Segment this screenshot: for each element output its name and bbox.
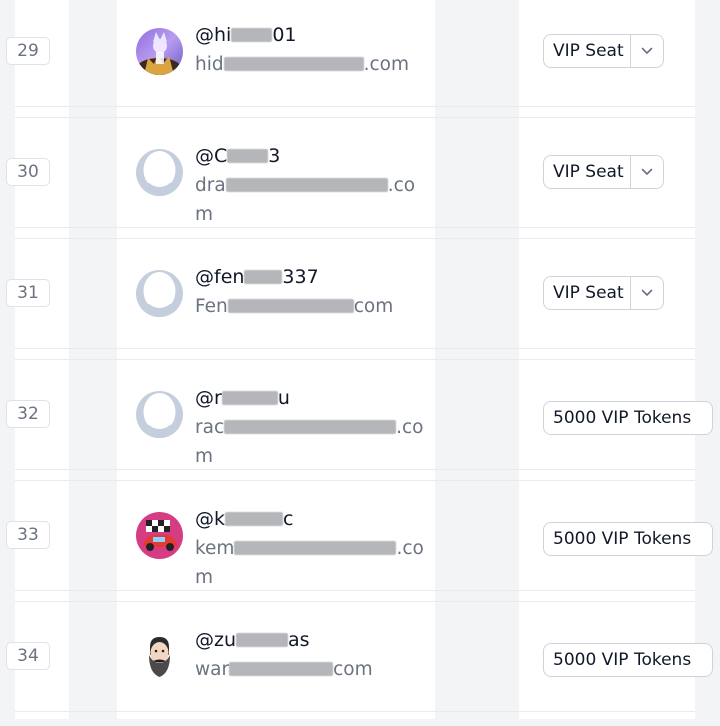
row-number: 32 — [6, 400, 50, 428]
avatar — [136, 391, 183, 438]
redaction — [227, 149, 269, 163]
user-handle: @r u — [195, 387, 290, 409]
table-row: 32 @r u rac .c​om 5000 VIP Tokens — [0, 363, 720, 484]
race-car-avatar-icon — [136, 512, 183, 559]
row-number: 29 — [6, 37, 50, 65]
redaction — [244, 270, 283, 284]
redaction — [225, 178, 388, 192]
table-row: 33 @k c kem .c​om 5000 VIP Tokens — [0, 484, 720, 605]
plan-select-label: VIP Seat — [553, 283, 624, 303]
bearded-man-avatar-icon — [136, 633, 183, 680]
default-user-avatar-icon — [136, 391, 183, 438]
table-row: 29 @hi 01 hid .com VIP Seat — [0, 0, 720, 121]
row-number: 30 — [6, 158, 50, 186]
redaction — [221, 391, 278, 405]
plan-select[interactable]: VIP Seat — [543, 155, 664, 189]
user-email: hid .com — [195, 54, 410, 75]
avatar — [136, 149, 183, 196]
user-handle: @hi 01 — [195, 24, 297, 46]
redaction — [234, 541, 397, 555]
plan-select[interactable]: VIP Seat — [543, 276, 664, 310]
plan-select[interactable]: VIP Seat — [543, 34, 664, 68]
redaction — [229, 662, 334, 676]
row-number: 31 — [6, 279, 50, 307]
fantasy-character-avatar-icon — [136, 28, 183, 75]
plan-tokens-select[interactable]: 5000 VIP Tokens — [543, 522, 713, 556]
table-row: 30 @C 3 dra .co​m VIP Seat — [0, 121, 720, 242]
avatar — [136, 270, 183, 317]
avatar — [136, 512, 183, 559]
redaction — [231, 28, 273, 42]
redaction — [224, 420, 397, 434]
avatar — [136, 28, 183, 75]
row-number: 33 — [6, 521, 50, 549]
avatar — [136, 633, 183, 680]
plan-select-dropdown[interactable] — [630, 156, 663, 188]
plan-select-dropdown[interactable] — [630, 277, 663, 309]
redaction — [227, 299, 354, 313]
user-email: rac .c​om — [195, 417, 424, 467]
user-handle: @k c — [195, 508, 294, 530]
user-handle: @zu as — [195, 629, 310, 651]
redaction — [236, 633, 289, 647]
row-number: 34 — [6, 642, 50, 670]
redaction — [225, 512, 284, 526]
user-email: Fen com — [195, 296, 394, 317]
plan-select-label: VIP Seat — [553, 162, 624, 182]
plan-select-label: VIP Seat — [553, 41, 624, 61]
chevron-down-icon — [641, 289, 653, 296]
user-handle: @fen 337 — [195, 266, 319, 288]
table-row: 31 @fen 337 Fen com VIP Seat — [0, 242, 720, 363]
user-email: kem .c​om — [195, 538, 424, 588]
chevron-down-icon — [641, 168, 653, 175]
user-email: dra .co​m — [195, 175, 416, 225]
plan-tokens-select[interactable]: 5000 VIP Tokens — [543, 643, 713, 677]
redaction — [223, 57, 364, 71]
default-user-avatar-icon — [136, 270, 183, 317]
user-handle: @C 3 — [195, 145, 281, 167]
chevron-down-icon — [641, 47, 653, 54]
user-email: war com — [195, 659, 373, 680]
table-row: 34 @zu as war com 5000 VIP Tokens — [0, 605, 720, 726]
default-user-avatar-icon — [136, 149, 183, 196]
plan-tokens-select[interactable]: 5000 VIP Tokens — [543, 401, 713, 435]
plan-select-dropdown[interactable] — [630, 35, 663, 67]
